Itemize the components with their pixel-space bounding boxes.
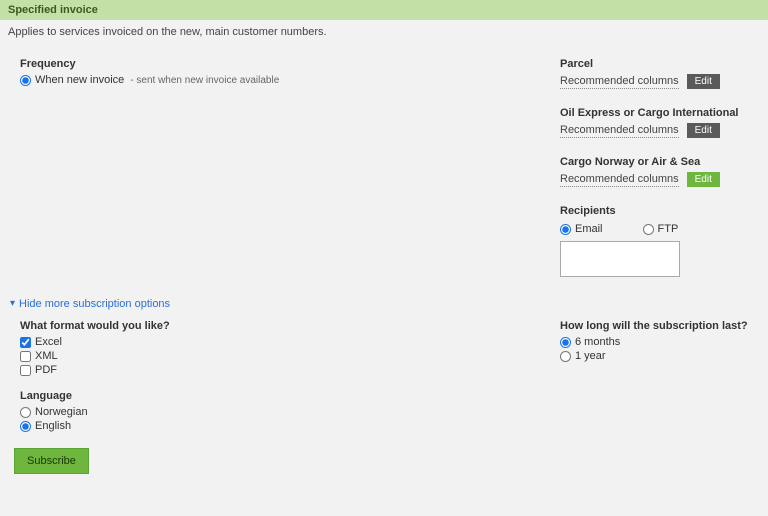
subscribe-button[interactable]: Subscribe (14, 448, 89, 474)
lower-right: How long will the subscription last? 6 m… (560, 320, 760, 434)
recipients-textarea[interactable] (560, 241, 680, 277)
frequency-title: Frequency (20, 58, 528, 70)
recipients-block: Recipients Email FTP (560, 205, 760, 280)
lower-section: What format would you like? Excel XML PD… (0, 320, 768, 434)
duration-six-label: 6 months (575, 336, 620, 348)
duration-title: How long will the subscription last? (560, 320, 760, 332)
format-title: What format would you like? (20, 320, 528, 332)
recipients-options: Email FTP (560, 221, 760, 237)
recipients-ftp-label: FTP (658, 223, 679, 235)
format-excel-checkbox[interactable] (20, 337, 31, 348)
format-xml-checkbox[interactable] (20, 351, 31, 362)
toggle-label: Hide more subscription options (19, 298, 170, 310)
parcel-edit-button[interactable]: Edit (687, 74, 720, 89)
frequency-hint: - sent when new invoice available (130, 75, 279, 86)
upper-section: Frequency When new invoice - sent when n… (0, 38, 768, 298)
format-excel-label: Excel (35, 336, 62, 348)
page-subtitle: Applies to services invoiced on the new,… (0, 20, 768, 38)
language-english-radio[interactable] (20, 421, 31, 432)
page-title: Specified invoice (8, 4, 98, 16)
subscribe-row: Subscribe (0, 434, 768, 474)
toggle-more-options[interactable]: ▾ Hide more subscription options (0, 298, 768, 310)
recipients-title: Recipients (560, 205, 760, 217)
frequency-radio-label: When new invoice (35, 74, 124, 86)
recipients-radio-email[interactable] (560, 224, 571, 235)
duration-section: How long will the subscription last? 6 m… (560, 320, 760, 362)
format-xml-label: XML (35, 350, 58, 362)
oil-block: Oil Express or Cargo International Recom… (560, 107, 760, 138)
language-english-label: English (35, 420, 71, 432)
lower-left: What format would you like? Excel XML PD… (20, 320, 560, 434)
cargo-title: Cargo Norway or Air & Sea (560, 156, 760, 168)
cargo-recommended-link[interactable]: Recommended columns (560, 173, 679, 187)
cargo-edit-button[interactable]: Edit (687, 172, 720, 187)
parcel-title: Parcel (560, 58, 760, 70)
language-section: Language Norwegian English (20, 390, 528, 432)
page: Specified invoice Applies to services in… (0, 0, 768, 516)
format-pdf-label: PDF (35, 364, 57, 376)
parcel-block: Parcel Recommended columns Edit (560, 58, 760, 89)
format-section: What format would you like? Excel XML PD… (20, 320, 528, 376)
recipients-radio-ftp[interactable] (643, 224, 654, 235)
right-column: Parcel Recommended columns Edit Oil Expr… (560, 58, 760, 298)
cargo-block: Cargo Norway or Air & Sea Recommended co… (560, 156, 760, 187)
language-norwegian-label: Norwegian (35, 406, 88, 418)
duration-six-radio[interactable] (560, 337, 571, 348)
frequency-section: Frequency When new invoice - sent when n… (20, 58, 560, 298)
language-norwegian-radio[interactable] (20, 407, 31, 418)
frequency-option-row: When new invoice - sent when new invoice… (20, 74, 528, 86)
duration-year-label: 1 year (575, 350, 606, 362)
frequency-radio-new-invoice[interactable] (20, 75, 31, 86)
oil-title: Oil Express or Cargo International (560, 107, 760, 119)
oil-recommended-link[interactable]: Recommended columns (560, 124, 679, 138)
recipients-email-label: Email (575, 223, 603, 235)
oil-edit-button[interactable]: Edit (687, 123, 720, 138)
page-title-bar: Specified invoice (0, 0, 768, 20)
chevron-down-icon: ▾ (10, 299, 15, 309)
parcel-recommended-link[interactable]: Recommended columns (560, 75, 679, 89)
format-pdf-checkbox[interactable] (20, 365, 31, 376)
language-title: Language (20, 390, 528, 402)
duration-year-radio[interactable] (560, 351, 571, 362)
